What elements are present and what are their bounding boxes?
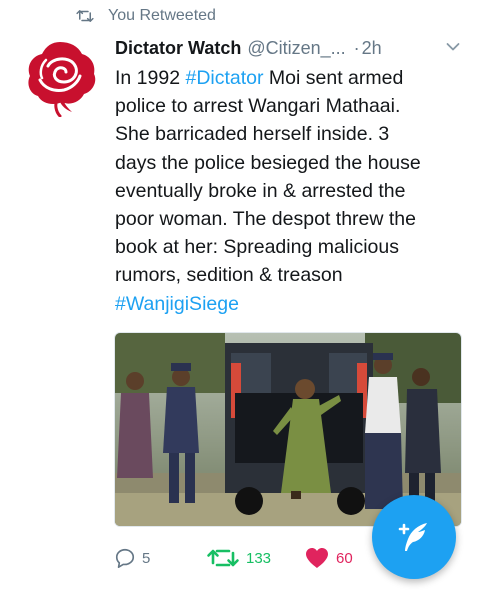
like-button[interactable]: 60 — [304, 544, 353, 572]
tweet-text-line: In 1992 #Dictator Moi sent armed — [115, 64, 470, 92]
retweet-button[interactable]: 133 — [206, 544, 271, 572]
compose-tweet-button[interactable] — [372, 495, 456, 579]
tweet-text-segment: days the police besieged the house — [115, 151, 421, 174]
tweet-text: In 1992 #Dictator Moi sent armed police t… — [115, 64, 470, 318]
chevron-down-icon[interactable] — [446, 42, 460, 52]
retweet-context-label: You Retweeted — [108, 7, 216, 24]
hashtag-link[interactable]: #WanjigiSiege — [115, 293, 239, 315]
reply-button[interactable]: 5 — [114, 544, 150, 572]
heart-icon — [306, 548, 328, 568]
retweet-active-icon — [207, 549, 239, 567]
tweet-text-line: book at her: Spreading malicious — [115, 233, 470, 261]
like-count: 60 — [336, 549, 353, 567]
tweet-text-segment: In 1992 — [115, 67, 186, 89]
tweet-text-segment: rumors, sedition & treason — [115, 264, 343, 287]
retweet-icon — [76, 10, 94, 22]
tweet-text-line: #WanjigiSiege — [115, 290, 470, 318]
separator-dot: · — [353, 37, 360, 58]
reply-icon — [115, 548, 135, 568]
compose-feather-icon — [398, 523, 427, 551]
hashtag-link[interactable]: #Dictator — [185, 67, 263, 89]
tweet-text-line: police to arrest Wangari Mathaai. — [115, 92, 470, 120]
tweet-text-line: eventually broke in & arrested the — [115, 177, 470, 205]
tweet-text-segment: book at her: Spreading malicious — [115, 236, 399, 259]
tweet-text-line: days the police besieged the house — [115, 149, 470, 177]
reply-count: 5 — [142, 549, 151, 567]
tweet-header: Dictator Watch @Citizen_... · 2h — [115, 36, 466, 60]
tweet-actions: 5 133 60 — [114, 544, 414, 572]
tweet-timestamp[interactable]: 2h — [362, 38, 382, 59]
tweet-text-segment: poor woman. The despot threw the — [115, 208, 416, 231]
tweet-text-segment: police to arrest Wangari Mathaai. — [115, 95, 401, 118]
red-rose-icon — [28, 42, 96, 118]
author-name[interactable]: Dictator Watch — [115, 38, 241, 59]
retweet-count: 133 — [246, 549, 272, 567]
avatar[interactable] — [20, 36, 101, 118]
retweet-context: You Retweeted — [76, 6, 216, 26]
tweet-text-line: She barricaded herself inside. 3 — [115, 120, 470, 148]
tweet-text-segment: eventually broke in & arrested the — [115, 179, 406, 202]
tweet-text-line: poor woman. The despot threw the — [115, 205, 470, 233]
tweet-text-line: rumors, sedition & treason — [115, 261, 470, 289]
author-handle[interactable]: @Citizen_... — [247, 38, 345, 59]
tweet-text-segment: Moi sent armed — [263, 67, 404, 89]
tweet-text-segment: She barricaded herself inside. 3 — [115, 123, 390, 146]
